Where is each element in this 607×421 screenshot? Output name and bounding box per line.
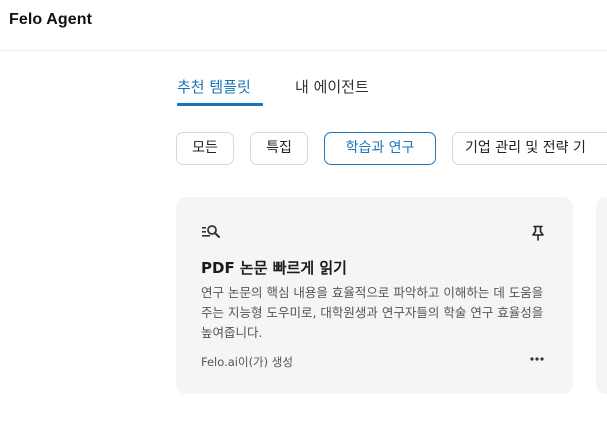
- search-list-icon: [202, 225, 220, 238]
- tab-my-agents[interactable]: 내 에이전트: [295, 76, 369, 107]
- card-description: 연구 논문의 핵심 내용을 효율적으로 파악하고 이해하는 데 도움을 주는 지…: [201, 285, 544, 340]
- category-business-strategy-chip[interactable]: 기업 관리 및 전략 기: [452, 132, 607, 165]
- agent-card-next[interactable]: [596, 197, 607, 394]
- pin-icon[interactable]: [531, 225, 545, 241]
- app-title: Felo Agent: [9, 11, 93, 28]
- card-creator: Felo.ai이(가) 생성: [201, 355, 293, 369]
- category-featured-chip[interactable]: 특집: [250, 132, 308, 165]
- category-learning-research-chip[interactable]: 학습과 연구: [324, 132, 436, 165]
- category-all-chip[interactable]: 모든: [176, 132, 234, 165]
- tab-recommended-templates[interactable]: 추천 템플릿: [177, 76, 263, 107]
- more-icon[interactable]: [529, 355, 545, 363]
- card-title: PDF 논문 빠르게 읽기: [201, 259, 347, 277]
- agent-card-pdf-reader[interactable]: PDF 논문 빠르게 읽기 연구 논문의 핵심 내용을 효율적으로 파악하고 이…: [176, 197, 573, 394]
- header: Felo Agent: [0, 0, 607, 51]
- category-filter: 모든 특집 학습과 연구 기업 관리 및 전략 기: [176, 132, 607, 166]
- page: Felo Agent 추천 템플릿 내 에이전트 모든 특집 학습과 연구 기업…: [0, 0, 607, 421]
